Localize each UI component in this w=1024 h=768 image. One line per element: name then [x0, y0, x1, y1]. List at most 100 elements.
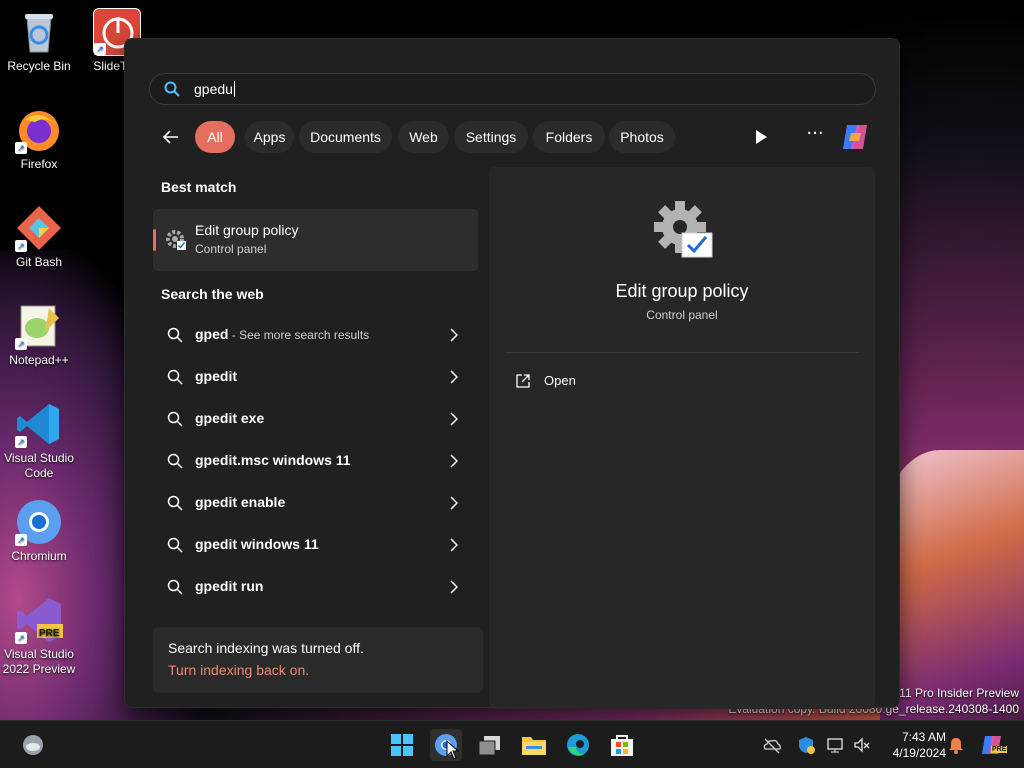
defender-icon[interactable] — [796, 735, 816, 755]
search-icon — [167, 411, 183, 427]
mouse-cursor-icon — [446, 740, 460, 760]
filter-documents[interactable]: Documents — [299, 121, 392, 153]
clock[interactable]: 7:43 AM 4/19/2024 — [880, 729, 946, 761]
play-icon[interactable] — [754, 129, 768, 145]
search-box[interactable]: gpedu — [149, 73, 876, 105]
web-result-0[interactable]: gped - See more search results — [153, 315, 478, 355]
edge-icon — [567, 734, 589, 756]
file-explorer-icon — [522, 737, 546, 755]
web-result-4[interactable]: gpedit enable — [153, 483, 478, 523]
see-more-label: - See more search results — [228, 328, 370, 342]
notepad-plus-plus-icon: ↗ — [15, 302, 63, 350]
divider — [505, 352, 859, 353]
filter-photos[interactable]: Photos — [609, 121, 675, 153]
copilot-icon — [982, 736, 1001, 754]
shortcut-arrow-icon: ↗ — [15, 534, 27, 546]
pre-badge: PRE — [991, 746, 1008, 753]
web-result-1[interactable]: gpedit — [153, 357, 478, 397]
group-policy-icon — [166, 230, 186, 250]
taskbar-edge[interactable] — [562, 729, 594, 761]
task-view-button[interactable] — [474, 729, 506, 761]
copilot-icon[interactable] — [839, 121, 871, 153]
search-icon — [167, 537, 183, 553]
chromium-icon: ↗ — [15, 498, 63, 546]
weather-cloud-icon[interactable] — [22, 734, 44, 756]
store-icon — [611, 735, 633, 756]
desktop-icon-recycle-bin[interactable]: Recycle Bin — [0, 8, 78, 74]
task-view-icon — [478, 736, 500, 756]
desktop-icon-git-bash[interactable]: ↗ Git Bash — [0, 204, 78, 270]
web-result-label: gpedit exe — [195, 410, 265, 426]
desktop-icon-label: Chromium — [11, 549, 67, 563]
start-button[interactable] — [386, 729, 418, 761]
web-result-3[interactable]: gpedit.msc windows 11 — [153, 441, 478, 481]
notification-icon[interactable] — [946, 735, 966, 755]
open-label: Open — [544, 373, 576, 388]
taskbar: 7:43 AM 4/19/2024 PRE — [0, 720, 1024, 768]
best-match-item[interactable]: Edit group policy Control panel — [153, 209, 478, 271]
filter-settings[interactable]: Settings — [454, 121, 528, 153]
web-result-2[interactable]: gpedit exe — [153, 399, 478, 439]
search-icon — [167, 369, 183, 385]
text-caret — [233, 81, 235, 97]
detail-subtitle: Control panel — [646, 308, 718, 322]
web-result-5[interactable]: gpedit windows 11 — [153, 525, 478, 565]
detail-title: Edit group policy — [615, 281, 749, 301]
onedrive-icon[interactable] — [762, 735, 782, 755]
chevron-right-icon — [450, 412, 458, 426]
watermark-line-1: s 11 Pro Insider Preview — [889, 686, 1019, 700]
more-options-button[interactable]: ··· — [805, 125, 825, 147]
web-result-label: gpedit windows 11 — [195, 536, 319, 552]
search-icon — [167, 579, 183, 595]
copilot-tray-button[interactable]: PRE — [980, 733, 1008, 757]
selection-accent — [153, 229, 156, 251]
desktop-icon-chromium[interactable]: ↗ Chromium — [0, 498, 78, 564]
desktop-icon-label: Notepad++ — [9, 353, 69, 367]
best-match-heading: Best match — [161, 179, 237, 195]
desktop-icon-visual-studio-preview[interactable]: PRE ↗ Visual Studio 2022 Preview — [0, 596, 78, 677]
display-icon[interactable] — [826, 735, 846, 755]
search-icon — [164, 81, 180, 97]
open-button[interactable]: Open — [505, 365, 859, 397]
detail-pane: Edit group policy Control panel Open — [489, 167, 875, 709]
search-flyout: gpedu All Apps Documents Web Settings Fo… — [124, 38, 900, 709]
desktop-icon-label: Visual Studio Code — [4, 451, 74, 480]
desktop-icon-notepad-plus-plus[interactable]: ↗ Notepad++ — [0, 302, 78, 368]
search-icon — [167, 453, 183, 469]
shortcut-arrow-icon: ↗ — [94, 43, 106, 55]
shortcut-arrow-icon: ↗ — [15, 142, 27, 154]
clock-time: 7:43 AM — [901, 730, 946, 744]
taskbar-store[interactable] — [606, 729, 638, 761]
desktop-icon-label: Visual Studio 2022 Preview — [2, 647, 76, 676]
filter-all[interactable]: All — [195, 121, 235, 153]
turn-indexing-on-link[interactable]: Turn indexing back on. — [168, 662, 309, 678]
search-icon — [167, 327, 183, 343]
chevron-right-icon — [450, 580, 458, 594]
filter-folders[interactable]: Folders — [533, 121, 605, 153]
open-external-icon — [516, 374, 530, 388]
taskbar-file-explorer[interactable] — [518, 729, 550, 761]
web-result-label: gpedit.msc windows 11 — [195, 452, 351, 468]
pre-badge: PRE — [39, 628, 60, 639]
start-icon — [391, 734, 413, 756]
web-result-6[interactable]: gpedit run — [153, 567, 478, 607]
chevron-right-icon — [450, 454, 458, 468]
clock-date: 4/19/2024 — [892, 746, 946, 760]
volume-muted-icon[interactable] — [852, 735, 872, 755]
chevron-right-icon — [450, 538, 458, 552]
search-input[interactable]: gpedu — [194, 81, 235, 97]
filter-web[interactable]: Web — [398, 121, 449, 153]
vscode-icon: ↗ — [15, 400, 63, 448]
filter-bar: All Apps Documents Web Settings Folders … — [149, 121, 876, 153]
desktop-icon-vscode[interactable]: ↗ Visual Studio Code — [0, 400, 78, 481]
desktop-icon-label: Recycle Bin — [7, 59, 71, 73]
desktop-icon-label: Firefox — [20, 157, 58, 171]
web-result-label: gpedit — [195, 368, 237, 384]
firefox-icon: ↗ — [15, 106, 63, 154]
best-match-title: Edit group policy — [195, 222, 299, 238]
chevron-right-icon — [450, 328, 458, 342]
back-arrow-icon[interactable] — [161, 127, 181, 147]
filter-apps[interactable]: Apps — [245, 121, 294, 153]
desktop-icon-firefox[interactable]: ↗ Firefox — [0, 106, 78, 172]
desktop-icon-label: Git Bash — [15, 255, 63, 269]
